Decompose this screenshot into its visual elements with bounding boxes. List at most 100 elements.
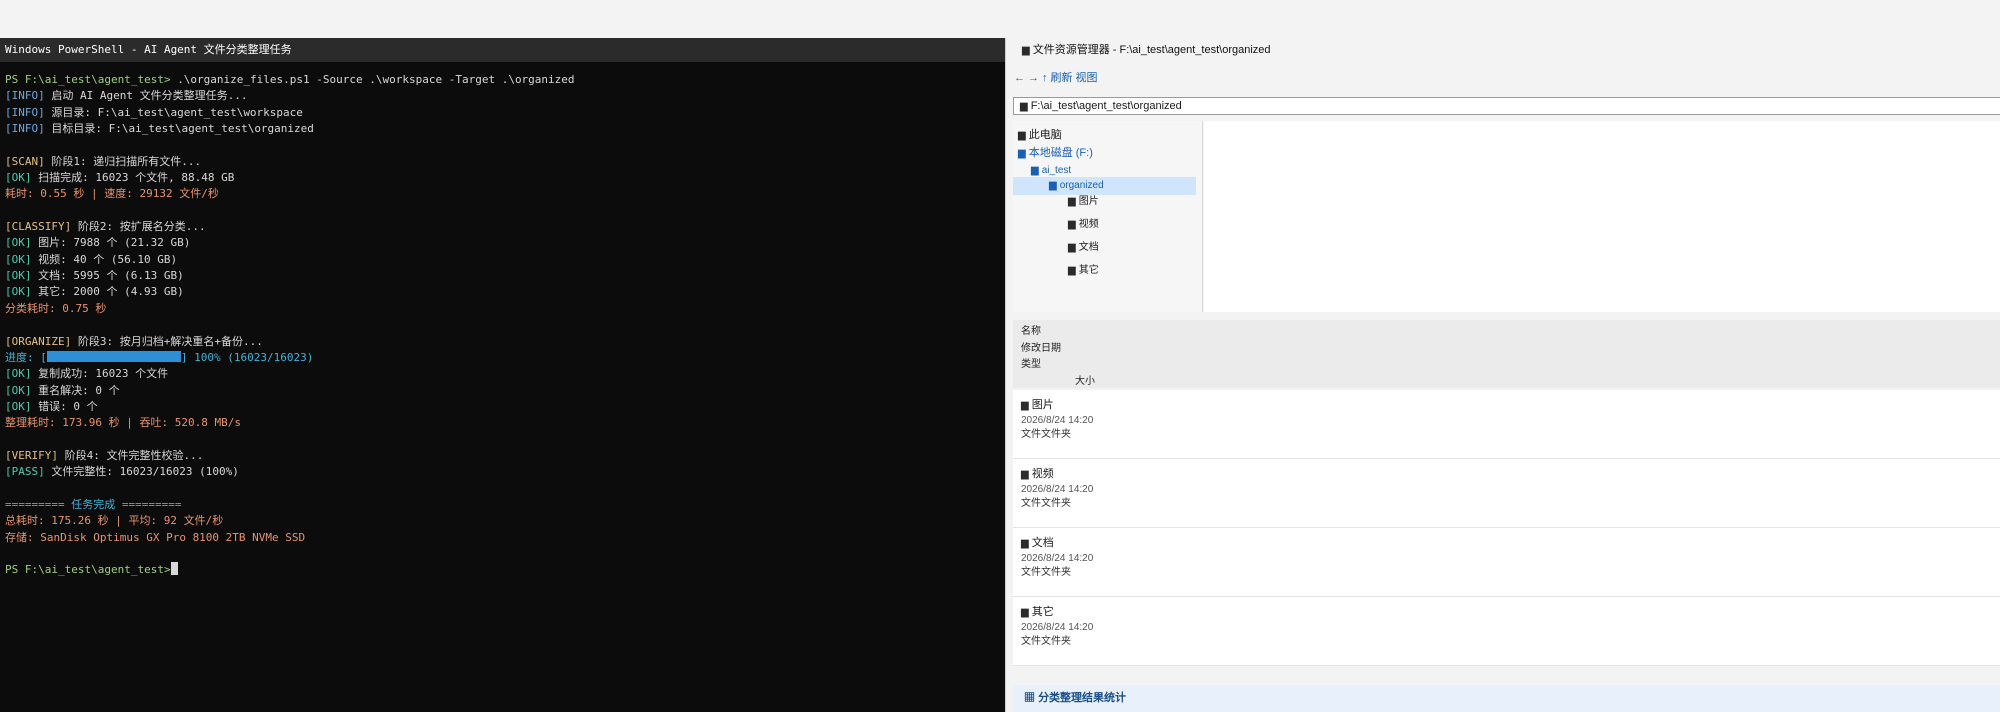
terminal-line: 分类耗时: 0.75 秒 (5, 301, 1005, 317)
powershell-window[interactable]: Windows PowerShell - AI Agent 文件分类整理任务 P… (0, 38, 1005, 712)
file-explorer-window[interactable]: ▆ 文件资源管理器 - F:\ai_test\agent_test\organiz… (1005, 38, 2000, 712)
tree-label: 文档 (1078, 242, 1099, 253)
terminal-output[interactable]: PS F:\ai_test\agent_test> .\organize_fil… (0, 62, 1005, 579)
column-type[interactable]: 类型 (1021, 357, 2000, 374)
tree-label: 本地磁盘 (F:) (1028, 147, 1093, 159)
powershell-title-bar: Windows PowerShell - AI Agent 文件分类整理任务 (0, 38, 1005, 62)
tree-label: 视频 (1078, 219, 1099, 230)
progress-suffix: ] 100% (16023/16023) (180, 350, 314, 364)
terminal-text: [OK] (5, 383, 32, 397)
terminal-text: [PASS] (5, 465, 45, 479)
terminal-text: 错误: 0 个 (31, 399, 98, 413)
terminal-line: [OK] 错误: 0 个 (5, 399, 1005, 415)
folder-icon: ▆ (1021, 607, 1029, 618)
terminal-text: 视频: 40 个 (56.10 GB) (31, 252, 178, 266)
terminal-line: [VERIFY] 阶段4: 文件完整性校验... (5, 448, 1005, 464)
terminal-line: [OK] 文档: 5995 个 (6.13 GB) (5, 268, 1005, 284)
terminal-line: 整理耗时: 173.96 秒 | 吞吐: 520.8 MB/s (5, 415, 1005, 431)
terminal-text: [OK] (5, 171, 32, 185)
folder-icon: ▆ (1068, 196, 1076, 207)
tree-item-organized[interactable]: ▆ organized (1013, 177, 1196, 195)
stats-section-header[interactable]: ▦ 分类整理结果统计 (1013, 685, 2000, 712)
terminal-text: 阶段1: 递归扫描所有文件... (44, 154, 202, 168)
forward-button[interactable]: → (1028, 72, 1039, 84)
terminal-text: PS F:\ai_test\agent_test> (5, 563, 171, 577)
terminal-line: ========= 任务完成 ========= (5, 497, 1005, 513)
terminal-line: [OK] 重名解决: 0 个 (5, 383, 1005, 399)
terminal-cursor[interactable] (170, 562, 178, 576)
refresh-button[interactable]: 刷新 (1051, 72, 1073, 84)
tree-label: 图片 (1078, 196, 1099, 207)
terminal-line: [ORGANIZE] 阶段3: 按月归档+解决重名+备份... (5, 334, 1005, 350)
terminal-line: [CLASSIFY] 阶段2: 按扩展名分类... (5, 219, 1005, 235)
back-button[interactable]: ← (1014, 72, 1025, 84)
item-type: 文件文件夹 (1021, 567, 1071, 578)
terminal-text: [OK] (5, 399, 32, 413)
terminal-text: 源目录: F:\ai_test\agent_test\workspace (44, 105, 303, 119)
list-item[interactable]: ▆ 文档 2026/8/24 14:20 文件文件夹 (1013, 528, 2000, 597)
folder-icon: ▆ (1022, 45, 1030, 56)
terminal-text: [VERIFY] (5, 448, 58, 462)
terminal-text: 其它: 2000 个 (4.93 GB) (31, 285, 184, 299)
folder-icon: ▆ (1068, 242, 1076, 253)
terminal-text: 阶段2: 按扩展名分类... (71, 220, 206, 234)
column-name[interactable]: 名称 (1021, 324, 2000, 341)
terminal-line: [INFO] 源目录: F:\ai_test\agent_test\worksp… (5, 105, 1005, 121)
terminal-line: [PASS] 文件完整性: 16023/16023 (100%) (5, 464, 1005, 480)
terminal-text: [ORGANIZE] (5, 334, 72, 348)
tree-item-this-pc[interactable]: ▆ 此电脑 (1018, 126, 1062, 144)
pc-icon: ▆ (1018, 130, 1026, 141)
chart-icon: ▦ (1024, 692, 1035, 704)
terminal-line: [OK] 其它: 2000 个 (4.93 GB) (5, 284, 1005, 300)
terminal-text: 阶段3: 按月归档+解决重名+备份... (71, 334, 263, 348)
terminal-text: 整理耗时: 173.96 秒 | 吞吐: 520.8 MB/s (5, 416, 241, 430)
terminal-text: [INFO] (5, 105, 45, 119)
terminal-text: [OK] (5, 285, 32, 299)
item-date: 2026/8/24 14:20 (1021, 622, 1094, 633)
tree-item-videos[interactable]: ▆ 视频 (1068, 216, 1099, 234)
item-name: 其它 (1031, 606, 1054, 618)
terminal-text: 耗时: 0.55 秒 | 速度: 29132 文件/秒 (5, 187, 219, 201)
drive-icon: ▆ (1018, 148, 1026, 159)
up-button[interactable]: ↑ (1042, 72, 1048, 84)
tree-item-local-disk[interactable]: ▆ 本地磁盘 (F:) (1018, 144, 1093, 162)
tree-item-others[interactable]: ▆ 其它 (1068, 262, 1099, 280)
folder-icon: ▆ (1021, 400, 1029, 411)
terminal-text: 复制成功: 16023 个文件 (31, 367, 169, 381)
terminal-line: [OK] 图片: 7988 个 (21.32 GB) (5, 235, 1005, 251)
folder-icon: ▆ (1031, 165, 1039, 176)
explorer-toolbar: ← → ↑ 刷新 视图 (1014, 69, 1101, 85)
terminal-text: 分类耗时: 0.75 秒 (5, 301, 107, 315)
terminal-line: 进度: [] 100% (16023/16023) (5, 350, 1005, 366)
terminal-text: [OK] (5, 252, 32, 266)
tree-label: organized (1059, 180, 1104, 191)
list-item[interactable]: ▆ 视频 2026/8/24 14:20 文件文件夹 (1013, 459, 2000, 528)
item-date: 2026/8/24 14:20 (1021, 415, 1094, 426)
tree-label: 其它 (1078, 265, 1099, 276)
list-item[interactable]: ▆ 图片 2026/8/24 14:20 文件文件夹 (1013, 390, 2000, 459)
terminal-line: [INFO] 目标目录: F:\ai_test\agent_test\organ… (5, 121, 1005, 137)
terminal-text: 扫描完成: 16023 个文件, 88.48 GB (31, 171, 235, 185)
tree-item-documents[interactable]: ▆ 文档 (1068, 239, 1099, 257)
explorer-title: 文件资源管理器 - F:\ai_test\agent_test\organize… (1032, 44, 1271, 56)
view-button[interactable]: 视图 (1076, 72, 1098, 84)
address-bar[interactable]: ▆ F:\ai_test\agent_test\organized (1013, 97, 2000, 115)
stats-label: 分类整理结果统计 (1038, 692, 1127, 704)
column-modified[interactable]: 修改日期 (1021, 341, 2000, 358)
terminal-text: [OK] (5, 367, 32, 381)
explorer-title-bar: ▆ 文件资源管理器 - F:\ai_test\agent_test\organiz… (1006, 38, 2000, 62)
tree-item-images[interactable]: ▆ 图片 (1068, 193, 1099, 211)
column-size[interactable]: 大小 (1021, 374, 2000, 391)
terminal-line: [OK] 视频: 40 个 (56.10 GB) (5, 252, 1005, 268)
terminal-text: [SCAN] (5, 154, 45, 168)
list-item[interactable]: ▆ 其它 2026/8/24 14:20 文件文件夹 (1013, 597, 2000, 666)
item-type: 文件文件夹 (1021, 429, 1071, 440)
terminal-text: .\organize_files.ps1 -Source .\workspace… (177, 73, 575, 86)
terminal-text: [OK] (5, 269, 32, 283)
terminal-text: PS F:\ai_test\agent_test> (5, 73, 178, 86)
preview-pane (1204, 121, 2000, 312)
